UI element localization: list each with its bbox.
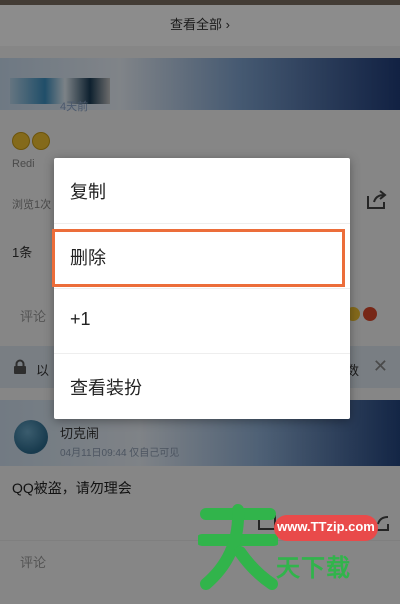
context-menu: 复制 删除 +1 查看装扮 [52,158,350,419]
watermark-url: www.TTzip.com [277,519,375,534]
menu-item-view-decoration[interactable]: 查看装扮 [54,354,350,418]
menu-item-copy[interactable]: 复制 [54,158,350,222]
menu-item-label: +1 [70,309,91,329]
watermark-brand: 天下载 [276,555,351,582]
menu-item-plus-one[interactable]: +1 [54,289,350,353]
tian-character-logo [198,504,278,590]
menu-item-label: 查看装扮 [70,378,142,398]
delete-highlight-box [52,229,345,287]
menu-item-label: 复制 [70,182,106,202]
